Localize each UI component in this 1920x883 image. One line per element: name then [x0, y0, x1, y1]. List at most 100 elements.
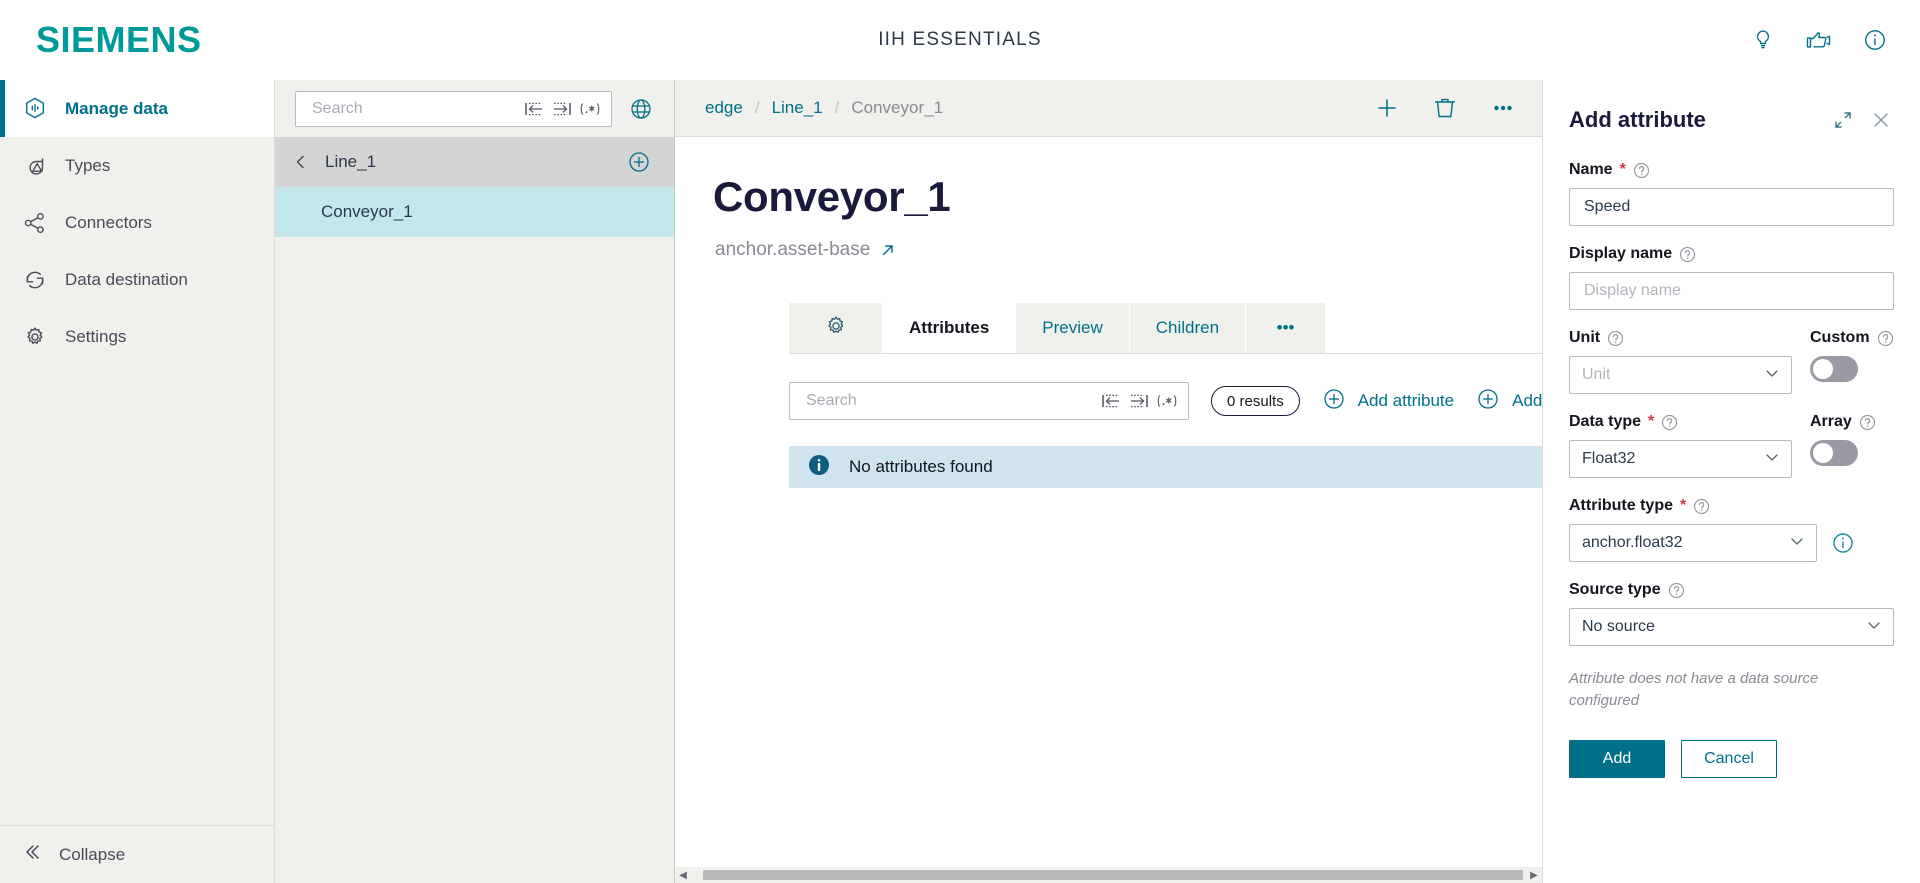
sidebar-item-types[interactable]: Types	[0, 137, 274, 194]
array-toggle[interactable]	[1810, 440, 1858, 466]
name-input[interactable]	[1582, 197, 1881, 217]
chevron-down-icon	[1763, 364, 1781, 387]
horizontal-scrollbar[interactable]: ◀ ▶	[675, 867, 1542, 883]
add-attribute-button[interactable]: Add attribute	[1322, 387, 1454, 416]
results-badge: 0 results	[1211, 386, 1300, 416]
cancel-button[interactable]: Cancel	[1681, 739, 1777, 778]
name-input-wrapper[interactable]	[1569, 188, 1894, 226]
match-end-icon[interactable]	[549, 96, 575, 122]
field-attribute-type-label: Attribute type *	[1569, 496, 1894, 516]
field-array-label: Array	[1810, 412, 1894, 432]
collapse-icon	[21, 841, 43, 868]
data-destination-icon	[21, 266, 49, 294]
add-button[interactable]: Add	[1569, 739, 1665, 778]
required-marker: *	[1680, 497, 1687, 514]
attribute-type-select[interactable]: anchor.float32	[1569, 524, 1817, 562]
add-aspect-button[interactable]: Add aspect	[1476, 387, 1542, 416]
match-end-icon[interactable]	[1126, 388, 1152, 414]
regex-icon[interactable]	[577, 96, 603, 122]
delete-icon[interactable]	[1430, 93, 1460, 123]
app-title: IIH ESSENTIALS	[878, 29, 1042, 50]
tree-search-box[interactable]	[295, 90, 612, 127]
field-row-datatype-array: Data type * Float32 Array	[1569, 412, 1894, 478]
feedback-icon[interactable]	[1804, 25, 1834, 55]
display-name-input-wrapper[interactable]	[1569, 272, 1894, 310]
scroll-right-arrow[interactable]: ▶	[1526, 867, 1542, 883]
help-circle-icon[interactable]	[1859, 414, 1876, 431]
tab-more-icon[interactable]: •••	[1246, 303, 1327, 353]
match-start-icon[interactable]	[521, 96, 547, 122]
sidebar-collapse-button[interactable]: Collapse	[0, 825, 274, 883]
app-root: SIEMENS IIH ESSENTIALS Manage data Types…	[0, 0, 1920, 883]
sidebar: Manage data Types Connectors Data destin…	[0, 80, 275, 883]
field-name: Name *	[1569, 160, 1894, 226]
tab-bar: Attributes Preview Children •••	[789, 303, 1542, 354]
field-display-name-label: Display name	[1569, 244, 1894, 264]
scroll-left-arrow[interactable]: ◀	[675, 867, 691, 883]
close-icon[interactable]	[1868, 107, 1894, 133]
help-circle-icon[interactable]	[1679, 246, 1696, 263]
attribute-search-input[interactable]	[804, 391, 1098, 411]
tab-preview[interactable]: Preview	[1016, 303, 1130, 353]
tab-settings[interactable]	[789, 303, 883, 353]
attribute-type-select-value: anchor.float32	[1582, 534, 1683, 551]
data-type-select[interactable]: Float32	[1569, 440, 1792, 478]
expand-icon[interactable]	[1830, 107, 1856, 133]
match-start-icon[interactable]	[1098, 388, 1124, 414]
source-type-select[interactable]: No source	[1569, 608, 1894, 646]
scrollbar-thumb[interactable]	[703, 870, 1523, 880]
help-circle-icon[interactable]	[1877, 330, 1894, 347]
scrollbar-track[interactable]	[691, 867, 1526, 883]
tree-search-input[interactable]	[310, 98, 521, 119]
regex-icon[interactable]	[1154, 388, 1180, 414]
header-icon-group	[1748, 25, 1890, 55]
globe-icon[interactable]	[626, 94, 656, 124]
tab-children[interactable]: Children	[1129, 303, 1247, 353]
sidebar-item-label: Data destination	[65, 269, 188, 289]
help-circle-icon[interactable]	[1633, 162, 1650, 179]
sidebar-collapse-label: Collapse	[59, 844, 126, 864]
manage-data-icon	[21, 95, 49, 123]
sidebar-item-data-destination[interactable]: Data destination	[0, 251, 274, 308]
tab-attributes[interactable]: Attributes	[883, 303, 1017, 353]
sidebar-item-settings[interactable]: Settings	[0, 308, 274, 365]
breadcrumb-item-edge[interactable]: edge	[705, 98, 743, 118]
content-area: Conveyor_1 anchor.asset-base Attributes …	[675, 137, 1542, 883]
unit-select[interactable]: Unit	[1569, 356, 1792, 394]
tree-parent-label: Line_1	[325, 152, 377, 171]
attributes-toolbar: 0 results Add attribute	[789, 382, 1542, 420]
help-circle-icon[interactable]	[1693, 498, 1710, 515]
help-circle-icon[interactable]	[1668, 582, 1685, 599]
sidebar-item-label: Connectors	[65, 212, 152, 232]
panel-title: Add attribute	[1569, 107, 1706, 132]
info-icon[interactable]	[1860, 25, 1890, 55]
breadcrumb: edge / Line_1 / Conveyor_1	[705, 98, 943, 118]
custom-toggle[interactable]	[1810, 356, 1858, 382]
sidebar-item-connectors[interactable]: Connectors	[0, 194, 274, 251]
plus-circle-icon[interactable]	[626, 149, 652, 175]
field-custom: Custom	[1792, 328, 1894, 382]
breadcrumb-item-line-1[interactable]: Line_1	[772, 98, 823, 118]
field-display-name-label-text: Display name	[1569, 245, 1673, 262]
field-data-type-label: Data type *	[1569, 412, 1792, 432]
array-toggle-knob	[1813, 443, 1833, 463]
help-circle-icon[interactable]	[1607, 330, 1624, 347]
tree-parent-header[interactable]: Line_1	[275, 137, 674, 187]
add-icon[interactable]	[1372, 93, 1402, 123]
more-options-icon[interactable]	[1488, 93, 1518, 123]
sidebar-item-manage-data[interactable]: Manage data	[0, 80, 274, 137]
external-link-icon[interactable]	[880, 242, 896, 258]
add-aspect-label: Add aspect	[1512, 391, 1542, 410]
attribute-search-box[interactable]	[789, 382, 1189, 420]
asset-tree-panel: Line_1 Conveyor_1	[275, 80, 675, 883]
no-attributes-text: No attributes found	[849, 457, 993, 476]
info-circle-icon[interactable]	[1831, 531, 1855, 555]
field-custom-label: Custom	[1810, 328, 1894, 348]
help-circle-icon[interactable]	[1661, 414, 1678, 431]
lightbulb-icon[interactable]	[1748, 25, 1778, 55]
display-name-input[interactable]	[1582, 281, 1881, 301]
chevron-down-icon	[1788, 532, 1806, 555]
tree-node-conveyor-1[interactable]: Conveyor_1	[275, 187, 674, 237]
chevron-left-icon[interactable]	[291, 152, 311, 172]
